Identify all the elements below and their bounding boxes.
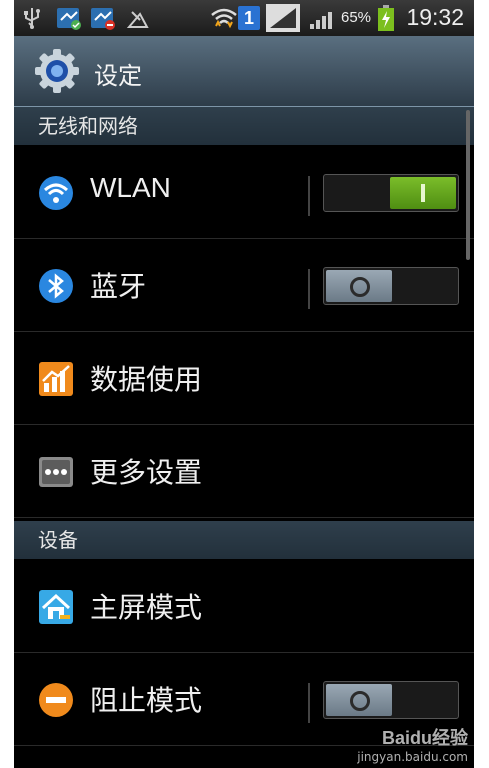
battery-percent: 65% <box>341 9 372 26</box>
settings-item-label: 阻止模式 <box>90 684 203 717</box>
title-bar: 设定 <box>14 36 474 107</box>
usb-icon <box>24 8 40 29</box>
battery-charging-icon <box>378 5 394 31</box>
settings-item-bluetooth[interactable]: 蓝牙 <box>14 239 474 332</box>
settings-gear-icon[interactable] <box>34 48 80 94</box>
more-settings-icon <box>39 457 73 487</box>
watermark: Baidu经验 jingyan.baidu.com <box>357 724 468 764</box>
divider <box>308 269 310 309</box>
divider <box>308 683 310 723</box>
bluetooth-toggle[interactable] <box>323 267 459 305</box>
settings-item-label: 更多设置 <box>90 456 203 489</box>
clock: 19:32 <box>406 4 464 30</box>
status-bar: 1 65% 19:32 <box>14 0 474 36</box>
blocking-mode-icon <box>39 683 73 717</box>
settings-item-wlan[interactable]: WLAN <box>14 146 474 239</box>
settings-screen: 1 65% 19:32 设定 无线和网络 WLAN 蓝牙 数据使用 更多设置 设… <box>14 0 474 768</box>
toggle-knob <box>326 684 392 716</box>
settings-item-home-screen-mode[interactable]: 主屏模式 <box>14 560 474 653</box>
sync-ok-icon <box>57 8 81 30</box>
blocking-mode-toggle[interactable] <box>323 681 459 719</box>
settings-item-data-usage[interactable]: 数据使用 <box>14 332 474 425</box>
section-header-label: 设备 <box>38 528 78 552</box>
sync-error-icon <box>91 8 115 30</box>
settings-item-label: 数据使用 <box>90 363 203 396</box>
settings-item-label: 蓝牙 <box>90 270 147 303</box>
toggle-knob <box>326 270 392 302</box>
settings-item-label: 主屏模式 <box>90 591 203 624</box>
watermark-brand: Baidu经验 <box>381 728 468 748</box>
divider <box>308 176 310 216</box>
watermark-url: jingyan.baidu.com <box>357 750 468 764</box>
section-header-wireless: 无线和网络 <box>14 107 474 145</box>
data-usage-icon <box>39 362 73 396</box>
settings-item-label: WLAN <box>90 172 171 203</box>
wifi-icon <box>39 176 73 210</box>
satellite-icon <box>126 11 149 28</box>
wlan-toggle[interactable] <box>323 174 459 212</box>
scrollbar[interactable] <box>466 110 470 260</box>
sim-slot-indicator: 1 <box>238 6 260 30</box>
toggle-knob <box>390 177 456 209</box>
wifi-status-icon <box>211 8 237 29</box>
section-header-label: 无线和网络 <box>38 114 138 138</box>
home-screen-icon <box>39 590 73 624</box>
page-title: 设定 <box>94 62 142 90</box>
section-header-device: 设备 <box>14 521 474 559</box>
bluetooth-icon <box>39 269 73 303</box>
settings-item-more-settings[interactable]: 更多设置 <box>14 425 474 518</box>
signal-strength-icon-sim1 <box>266 4 300 32</box>
signal-strength-icon-sim2 <box>310 12 332 29</box>
